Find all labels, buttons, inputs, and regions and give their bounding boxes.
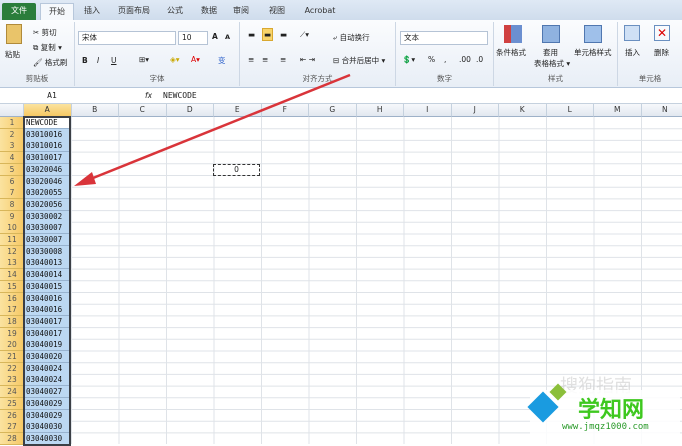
watermark-title: 学知网 [578, 392, 644, 424]
watermark-url: www.jmqz1000.com [562, 422, 649, 432]
site-watermark: 学知网 www.jmqz1000.com [530, 390, 680, 444]
arrow-head [74, 172, 96, 186]
arrow-line [88, 75, 350, 180]
